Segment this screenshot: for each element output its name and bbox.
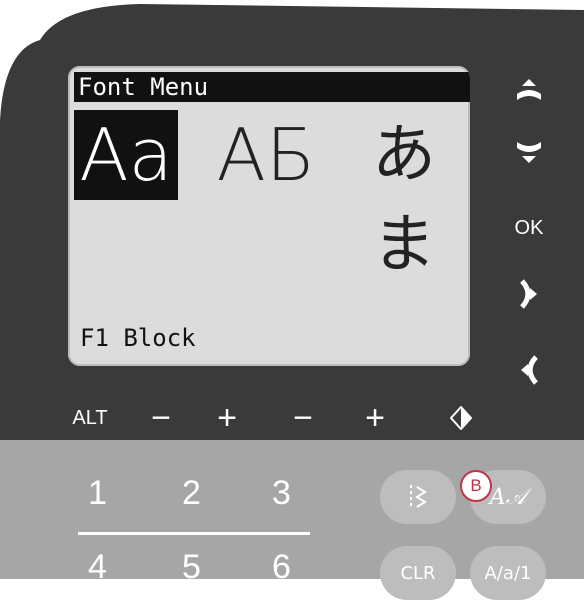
mirror-diamond-icon <box>450 406 472 430</box>
keypad-divider <box>78 532 310 535</box>
font-option-japanese[interactable]: あま <box>354 110 454 282</box>
down-arrow-icon <box>517 142 541 163</box>
up-arrow-button[interactable] <box>505 68 553 112</box>
key-4[interactable]: 4 <box>88 548 107 587</box>
up-arrow-icon <box>517 79 541 100</box>
clear-button[interactable]: CLR <box>380 546 456 600</box>
ok-button[interactable]: OK <box>505 206 553 250</box>
case-toggle-button[interactable]: A/a/1 <box>470 546 546 600</box>
font-option-latin[interactable]: Aa <box>74 110 178 200</box>
key-3[interactable]: 3 <box>272 474 291 513</box>
stitch-icon <box>410 485 427 509</box>
right-bracket-icon <box>520 279 537 309</box>
mirror-button[interactable] <box>444 398 478 438</box>
stitch-button[interactable] <box>380 470 456 524</box>
key-6[interactable]: 6 <box>272 548 291 587</box>
minus-button-2[interactable]: − <box>288 398 318 438</box>
down-arrow-button[interactable] <box>505 130 553 174</box>
plus-button-1[interactable]: + <box>212 398 242 438</box>
callout-badge-b: B <box>460 470 492 502</box>
right-button[interactable] <box>505 272 553 316</box>
lcd-screen: Font Menu Aa AБ あま F1 Block <box>68 66 470 366</box>
left-button[interactable] <box>505 348 553 392</box>
key-2[interactable]: 2 <box>182 474 201 513</box>
lcd-footer: F1 Block <box>80 324 196 352</box>
plus-button-2[interactable]: + <box>360 398 390 438</box>
sewing-machine-panel: Font Menu Aa AБ あま F1 Block OK ALT − + − <box>0 0 584 600</box>
minus-button-1[interactable]: − <box>146 398 176 438</box>
key-1[interactable]: 1 <box>88 474 107 513</box>
left-bracket-icon <box>521 355 538 385</box>
font-option-cyrillic[interactable]: AБ <box>216 110 316 200</box>
alt-button[interactable]: ALT <box>66 398 114 438</box>
key-5[interactable]: 5 <box>182 548 201 587</box>
lcd-title: Font Menu <box>74 72 470 102</box>
